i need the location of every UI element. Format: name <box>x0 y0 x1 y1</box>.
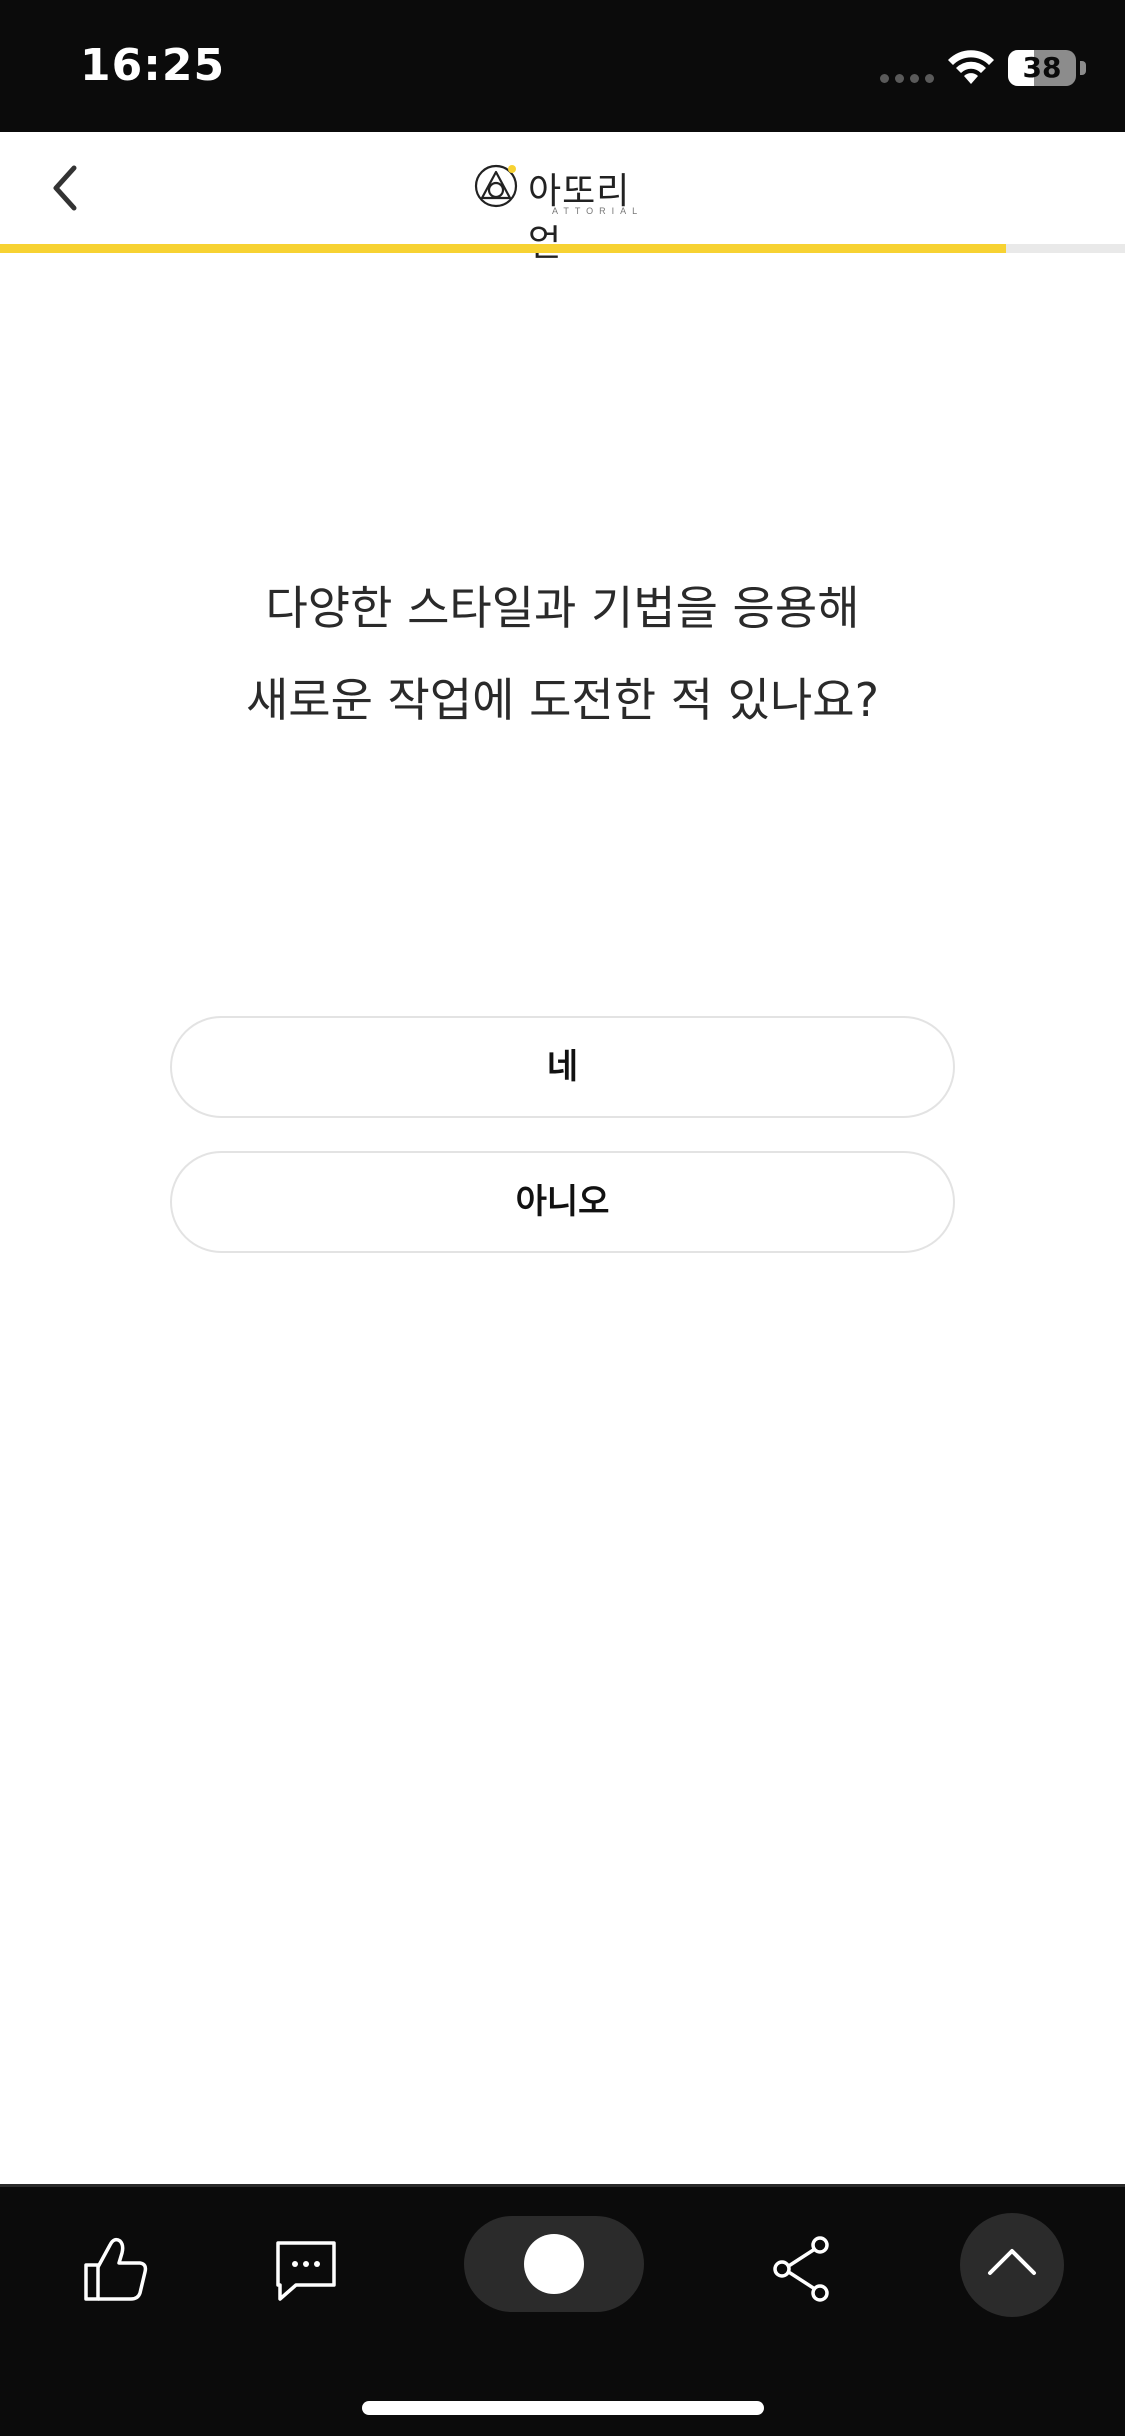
progress-fill <box>0 244 1006 253</box>
battery-tip <box>1080 61 1086 75</box>
share-button[interactable] <box>762 2229 842 2309</box>
survey-screen: 16:25 38 아또리얼 <box>0 0 1125 2436</box>
home-indicator <box>362 2401 764 2415</box>
like-button[interactable] <box>76 2229 156 2309</box>
share-icon <box>773 2236 829 2302</box>
question-line-2: 새로운 작업에 도전한 적 있나요? <box>245 673 880 727</box>
status-time: 16:25 <box>80 40 226 91</box>
cellular-signal-icon <box>880 74 934 83</box>
toggle-button[interactable] <box>464 2216 644 2312</box>
wifi-icon <box>948 50 994 84</box>
comment-button[interactable] <box>266 2229 346 2309</box>
question-text: 다양한 스타일과 기법을 응용해 새로운 작업에 도전한 적 있나요? <box>100 562 1025 746</box>
chevron-left-icon <box>53 165 77 211</box>
thumbs-up-icon <box>84 2237 148 2301</box>
battery-level: 38 <box>1022 51 1062 84</box>
app-header: 아또리얼 ATTORIAL <box>0 132 1125 264</box>
toggle-icon <box>524 2234 584 2294</box>
chevron-up-icon <box>988 2249 1036 2275</box>
comment-icon <box>276 2241 336 2301</box>
scroll-to-top-button[interactable] <box>960 2213 1064 2317</box>
answer-yes-button[interactable]: 네 <box>170 1016 955 1118</box>
status-bar: 16:25 38 <box>0 0 1125 132</box>
question-line-1: 다양한 스타일과 기법을 응용해 <box>265 581 860 635</box>
logo-subtext: ATTORIAL <box>552 206 644 216</box>
logo-mark-icon <box>474 164 518 208</box>
bottom-toolbar <box>0 2184 1125 2436</box>
progress-bar <box>0 244 1125 253</box>
app-logo: 아또리얼 ATTORIAL <box>472 158 662 264</box>
battery-icon: 38 <box>1008 50 1076 86</box>
back-button[interactable] <box>30 150 106 226</box>
answer-no-button[interactable]: 아니오 <box>170 1151 955 1253</box>
